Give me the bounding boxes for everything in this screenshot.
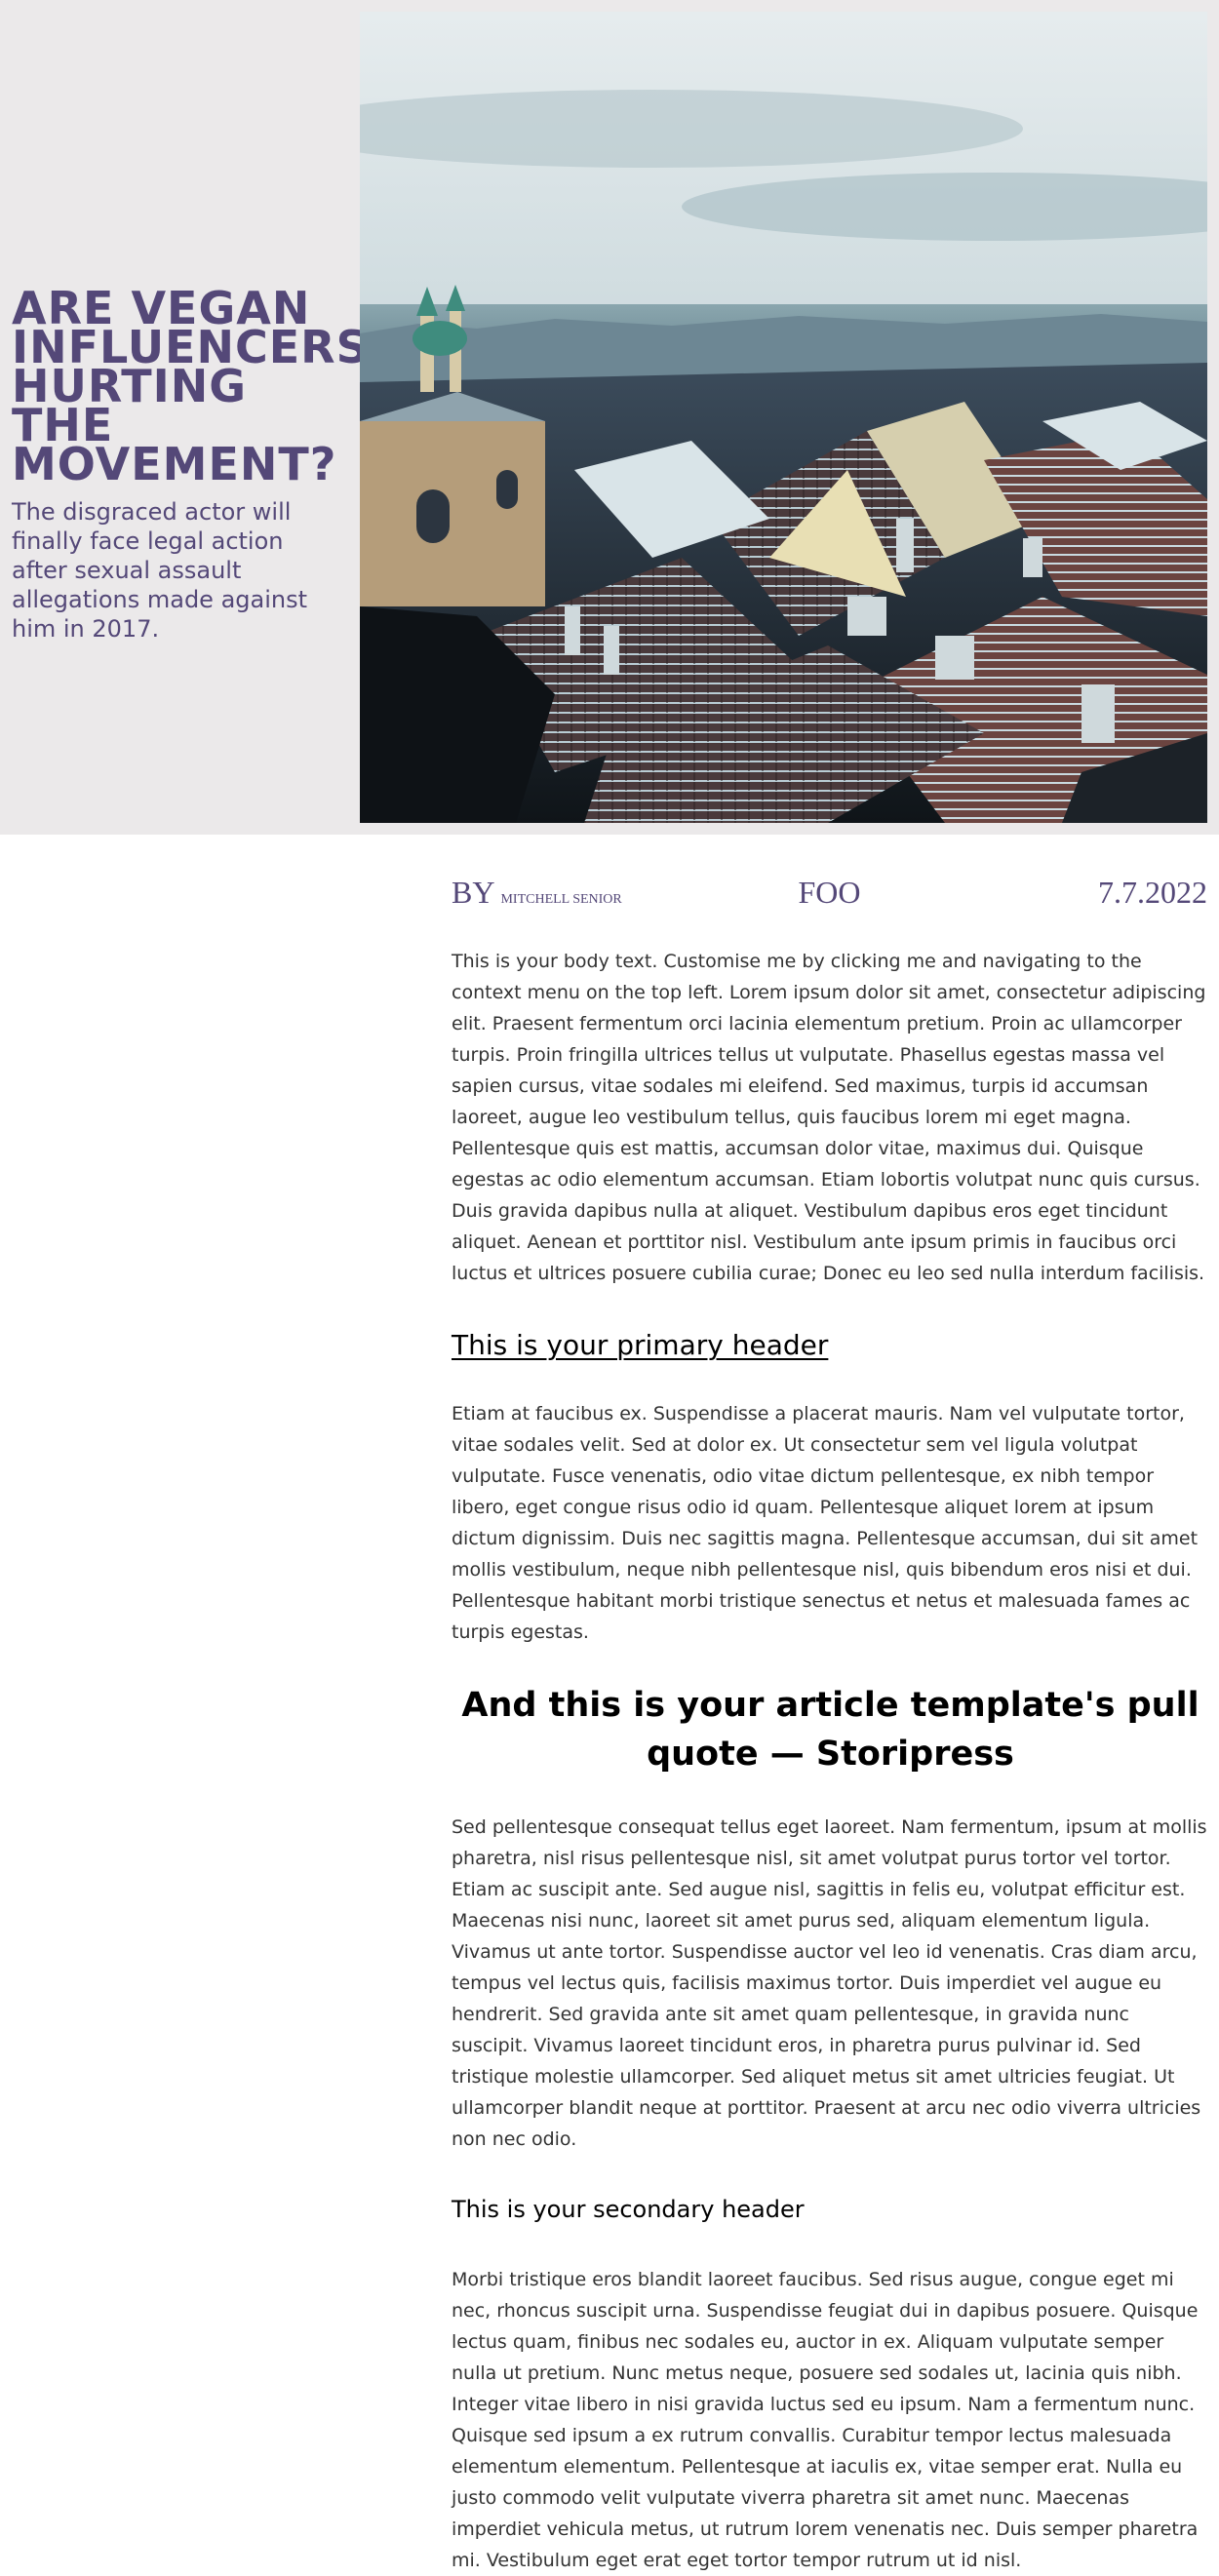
secondary-header: This is your secondary header: [452, 2196, 805, 2223]
body-paragraph-1: This is your body text. Customise me by …: [452, 951, 1206, 1284]
section-label[interactable]: FOO: [452, 871, 1207, 914]
article-body: This is your body text. Customise me by …: [452, 946, 1209, 2576]
hero-section: ARE VEGAN INFLUENCERS HURTING THE MOVEME…: [0, 0, 1219, 835]
article-meta: BY MITCHELL SENIOR FOO 7.7.2022: [452, 871, 1207, 914]
hero-image: [360, 12, 1207, 823]
hero-text-block: ARE VEGAN INFLUENCERS HURTING THE MOVEME…: [12, 282, 370, 644]
pull-quote: And this is your article template's pull…: [461, 1686, 1199, 1774]
body-paragraph-4: Morbi tristique eros blandit laoreet fau…: [452, 2269, 1199, 2571]
body-paragraph-2: Etiam at faucibus ex. Suspendisse a plac…: [452, 1403, 1199, 1643]
article-title: ARE VEGAN INFLUENCERS HURTING THE MOVEME…: [12, 282, 370, 490]
body-paragraph-3: Sed pellentesque consequat tellus eget l…: [452, 1816, 1207, 2150]
city-rooftops-photo: [360, 12, 1207, 823]
publish-date: 7.7.2022: [1098, 875, 1207, 910]
article-subtitle: The disgraced actor will finally face le…: [12, 498, 308, 643]
primary-header: This is your primary header: [452, 1329, 829, 1361]
